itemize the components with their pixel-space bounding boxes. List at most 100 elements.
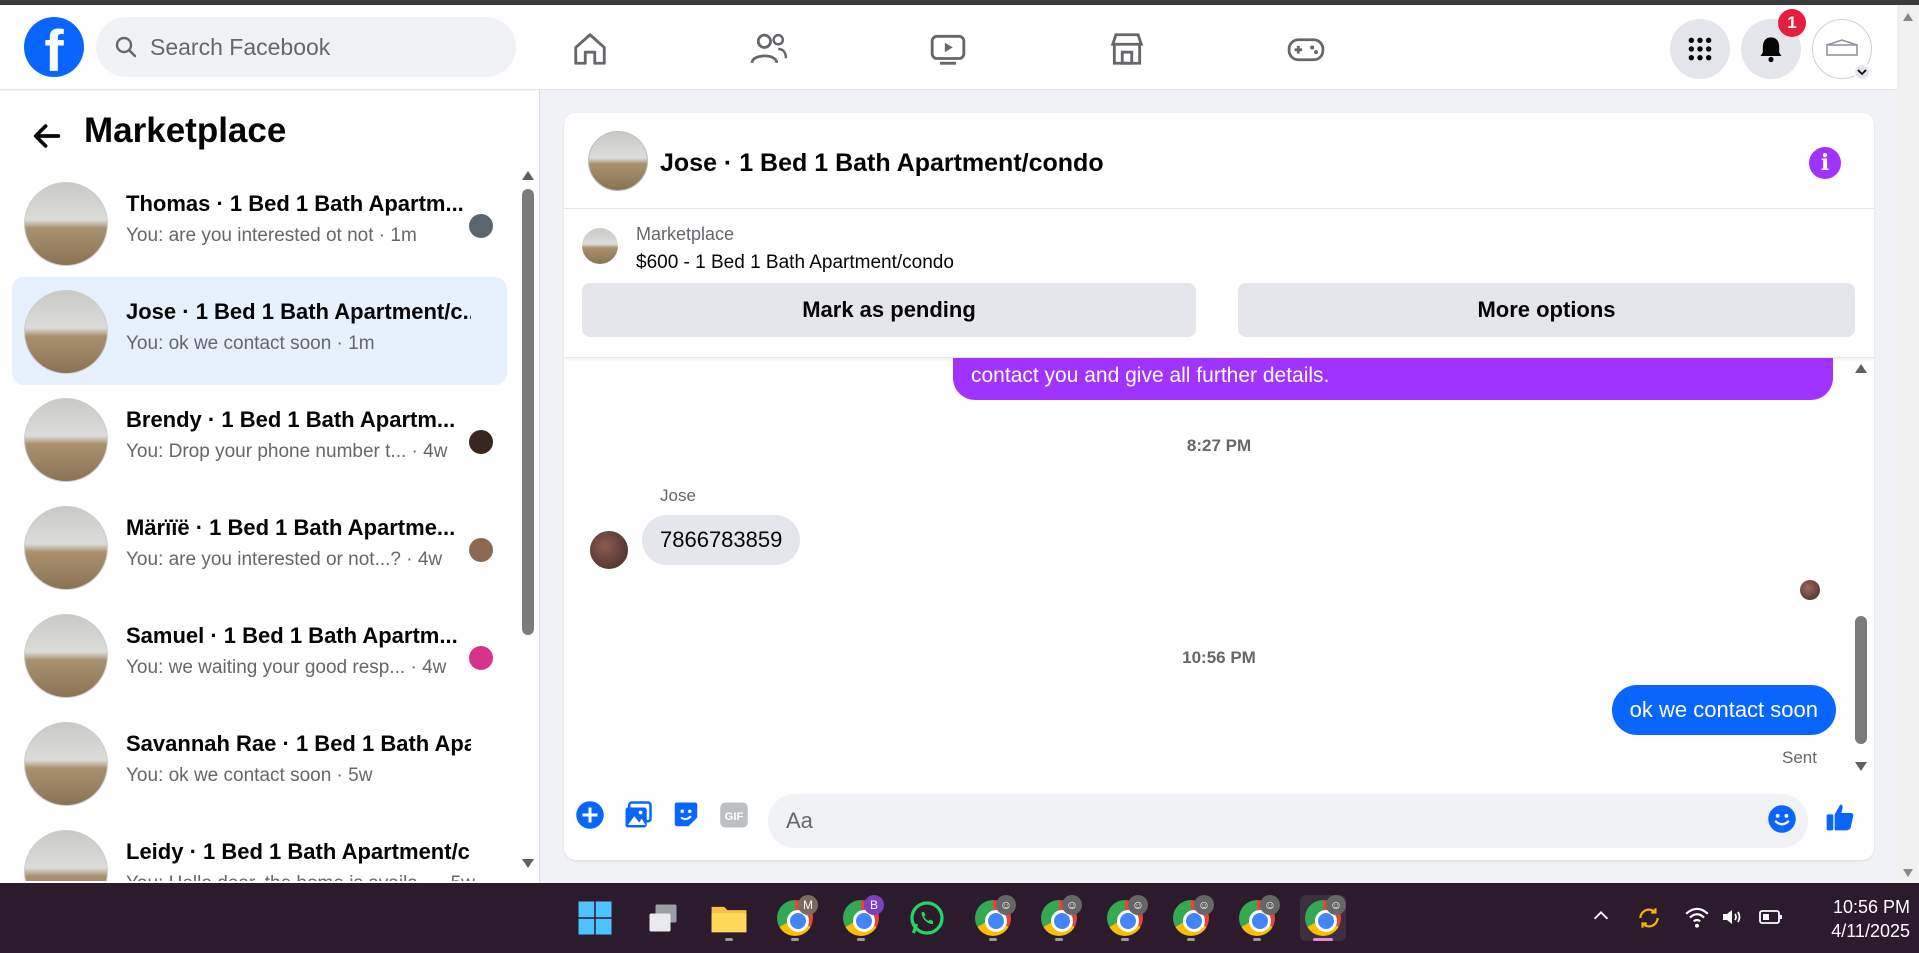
more-options-button[interactable]: More options <box>1238 283 1855 337</box>
message-composer: GIF Aa <box>564 783 1874 860</box>
conversation-preview: You: Hello dear, the home is availa... ·… <box>126 873 475 881</box>
sent-status: Sent <box>1782 748 1817 767</box>
conversation-title: Savannah Rae · 1 Bed 1 Bath Apa... <box>126 731 471 756</box>
chrome-profile-b-icon[interactable]: B <box>838 895 884 941</box>
back-arrow-icon[interactable] <box>30 119 64 158</box>
clock-date: 4/11/2025 <box>1831 921 1910 941</box>
running-indicator <box>1121 938 1129 941</box>
outgoing-message-bubble[interactable]: ok we contact soon <box>1611 685 1836 735</box>
conversation-preview: You: ok we contact soon · 5w <box>126 765 373 786</box>
conversation-item-mariie[interactable]: Märïïë · 1 Bed 1 Bath Apartme... You: ar… <box>12 493 507 601</box>
search-bar[interactable]: Search Facebook <box>96 17 516 77</box>
plus-icon[interactable] <box>574 799 606 831</box>
conversation-preview: You: are you interested or not...? · 4w <box>126 549 443 570</box>
profile-badge-icon: ☺ <box>1194 895 1214 915</box>
scroll-down-arrow-icon[interactable] <box>1855 762 1867 771</box>
volume-icon[interactable] <box>1720 905 1744 935</box>
like-icon[interactable] <box>1824 801 1856 833</box>
incoming-message-bubble[interactable]: 7866783859 <box>642 515 801 565</box>
scroll-down-arrow-icon[interactable] <box>1903 869 1913 877</box>
conversation-preview: You: we waiting your good resp... · 4w <box>126 657 447 678</box>
scroll-up-arrow-icon[interactable] <box>522 171 534 180</box>
chrome-window-icon[interactable]: ☺ <box>1102 895 1148 941</box>
sender-name: Jose <box>660 486 696 505</box>
conversation-item-brendy[interactable]: Brendy · 1 Bed 1 Bath Apartm... You: Dro… <box>12 385 507 493</box>
chevron-up-icon[interactable] <box>1590 905 1612 933</box>
conversation-item-savannah[interactable]: Savannah Rae · 1 Bed 1 Bath Apa... You: … <box>12 709 507 817</box>
active-indicator <box>1313 938 1333 941</box>
profile-badge-icon: ☺ <box>1260 895 1280 915</box>
sticker-icon[interactable] <box>670 799 702 831</box>
friends-icon[interactable] <box>747 29 791 69</box>
conversation-item-thomas[interactable]: Thomas · 1 Bed 1 Bath Apartm... You: are… <box>12 169 507 277</box>
task-view-icon[interactable] <box>640 895 686 941</box>
windows-start-icon[interactable] <box>572 895 618 941</box>
gif-icon[interactable]: GIF <box>718 799 750 831</box>
sidebar-scrollbar[interactable] <box>520 169 534 869</box>
whatsapp-icon[interactable] <box>904 895 950 941</box>
conversation-title: Brendy · 1 Bed 1 Bath Apartm... <box>126 407 456 432</box>
chat-header: Jose · 1 Bed 1 Bath Apartment/condo i <box>564 113 1874 209</box>
chat-scrollbar[interactable] <box>1851 358 1871 778</box>
seen-avatar <box>1800 580 1820 600</box>
chat-title[interactable]: Jose · 1 Bed 1 Bath Apartment/condo <box>660 149 1104 178</box>
battery-icon[interactable] <box>1758 905 1784 935</box>
chrome-window-icon[interactable]: ☺ <box>1234 895 1280 941</box>
conversation-item-jose[interactable]: Jose · 1 Bed 1 Bath Apartment/c... You: … <box>12 277 507 385</box>
scrollbar-thumb[interactable] <box>522 189 534 635</box>
listing-thumbnail <box>24 830 108 881</box>
chrome-window-icon[interactable]: ☺ <box>1168 895 1214 941</box>
system-clock[interactable]: 10:56 PM 4/11/2025 <box>1800 895 1910 943</box>
conversation-preview: You: ok we contact soon · 1m <box>126 333 375 354</box>
account-chevron-icon[interactable] <box>1853 63 1871 81</box>
chrome-active-window-icon[interactable]: ☺ <box>1300 895 1346 941</box>
notification-badge: 1 <box>1778 9 1806 37</box>
listing-title[interactable]: $600 - 1 Bed 1 Bath Apartment/condo <box>636 252 954 274</box>
scroll-down-arrow-icon[interactable] <box>522 859 534 868</box>
read-receipt-avatar <box>469 430 493 454</box>
video-icon[interactable] <box>926 29 970 69</box>
conversation-title: Leidy · 1 Bed 1 Bath Apartment/c... <box>126 839 471 864</box>
chrome-window-icon[interactable]: ☺ <box>1036 895 1082 941</box>
marketplace-icon[interactable] <box>1105 29 1149 69</box>
info-icon[interactable]: i <box>1809 147 1841 179</box>
search-input[interactable]: Search Facebook <box>150 34 330 61</box>
grid-icon <box>1688 37 1712 61</box>
sender-avatar[interactable] <box>588 529 630 571</box>
file-explorer-icon[interactable] <box>706 895 752 941</box>
listing-thumbnail <box>24 614 108 698</box>
listing-thumbnail <box>24 506 108 590</box>
conversation-list: Thomas · 1 Bed 1 Bath Apartm... You: are… <box>12 169 507 881</box>
bell-icon <box>1760 37 1782 63</box>
menu-grid-button[interactable] <box>1670 19 1730 79</box>
svg-text:GIF: GIF <box>725 811 744 823</box>
wifi-icon[interactable] <box>1684 905 1710 935</box>
listing-thumbnail <box>24 290 108 374</box>
marketplace-sidebar: Marketplace Thomas · 1 Bed 1 Bath Apartm… <box>0 91 540 883</box>
listing-source: Marketplace <box>636 224 735 244</box>
photo-icon[interactable] <box>622 799 654 831</box>
chrome-window-icon[interactable]: ☺ <box>970 895 1016 941</box>
gaming-icon[interactable] <box>1284 29 1328 69</box>
profile-badge-icon: ☺ <box>1062 895 1082 915</box>
facebook-logo[interactable]: f <box>24 17 84 77</box>
listing-thumbnail[interactable] <box>582 228 618 264</box>
conversation-item-samuel[interactable]: Samuel · 1 Bed 1 Bath Apartm... You: we … <box>12 601 507 709</box>
page-scrollbar[interactable] <box>1897 5 1919 883</box>
scroll-up-arrow-icon[interactable] <box>1855 364 1867 373</box>
timestamp: 8:27 PM <box>1186 436 1252 455</box>
emoji-icon[interactable] <box>1766 803 1798 835</box>
outgoing-message-bubble[interactable]: contact you and give all further details… <box>953 358 1833 400</box>
home-icon[interactable] <box>568 29 612 69</box>
running-indicator <box>1253 938 1261 941</box>
message-input[interactable]: Aa <box>768 794 1808 848</box>
chrome-profile-m-icon[interactable]: M <box>772 895 818 941</box>
scroll-up-arrow-icon[interactable] <box>1903 13 1913 21</box>
windows-taskbar: M B ☺ ☺ ☺ ☺ ☺ ☺ 10:56 PM 4/11/2025 <box>0 883 1919 953</box>
mark-as-pending-button[interactable]: Mark as pending <box>582 283 1196 337</box>
chat-listing-avatar[interactable] <box>588 131 648 191</box>
sync-icon[interactable] <box>1636 905 1662 937</box>
chat-panel: Jose · 1 Bed 1 Bath Apartment/condo i Ma… <box>564 113 1874 860</box>
scrollbar-thumb[interactable] <box>1855 616 1867 744</box>
conversation-item-leidy[interactable]: Leidy · 1 Bed 1 Bath Apartment/c... You:… <box>12 817 507 881</box>
